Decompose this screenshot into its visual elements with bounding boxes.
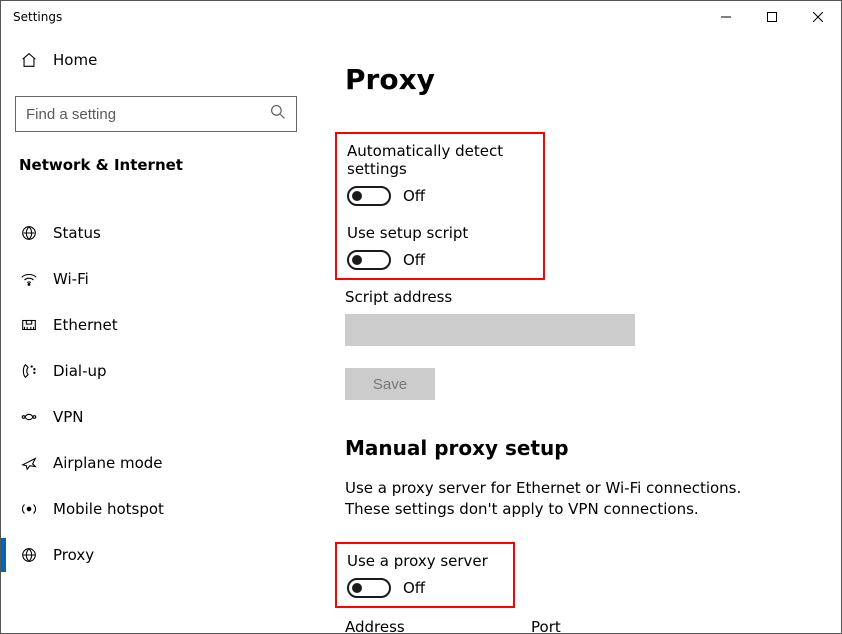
sidebar-item-vpn[interactable]: VPN <box>15 394 297 440</box>
dialup-icon <box>19 362 39 380</box>
titlebar: Settings <box>1 1 841 33</box>
search-input-container[interactable] <box>15 96 297 132</box>
highlight-proxy-section: Use a proxy server Off <box>335 542 515 608</box>
use-proxy-label: Use a proxy server <box>347 552 503 570</box>
use-proxy-state: Off <box>403 579 425 597</box>
wifi-icon <box>19 270 39 288</box>
sidebar-item-wifi[interactable]: Wi-Fi <box>15 256 297 302</box>
close-button[interactable] <box>795 1 841 33</box>
manual-help-text: Use a proxy server for Ethernet or Wi-Fi… <box>345 478 785 520</box>
manual-heading: Manual proxy setup <box>345 436 815 460</box>
use-proxy-toggle[interactable] <box>347 578 391 598</box>
script-address-label: Script address <box>345 288 815 306</box>
page-title: Proxy <box>345 63 815 96</box>
proxy-icon <box>19 546 39 564</box>
home-icon <box>19 51 39 69</box>
status-icon <box>19 224 39 242</box>
search-icon <box>270 104 286 124</box>
maximize-button[interactable] <box>749 1 795 33</box>
save-button[interactable]: Save <box>345 368 435 400</box>
category-header: Network & Internet <box>15 156 297 174</box>
vpn-icon <box>19 408 39 426</box>
sidebar-item-ethernet[interactable]: Ethernet <box>15 302 297 348</box>
script-address-input[interactable] <box>345 314 635 346</box>
auto-detect-state: Off <box>403 187 425 205</box>
search-input[interactable] <box>26 106 270 123</box>
setup-script-label: Use setup script <box>347 224 533 242</box>
ethernet-icon <box>19 316 39 334</box>
content-pane: Proxy Automatically detect settings Off … <box>311 33 841 633</box>
home-label: Home <box>53 51 97 69</box>
sidebar-item-proxy[interactable]: Proxy <box>15 532 297 578</box>
auto-detect-label: Automatically detect settings <box>347 142 533 178</box>
sidebar-item-airplane[interactable]: Airplane mode <box>15 440 297 486</box>
setup-script-state: Off <box>403 251 425 269</box>
sidebar: Home Network & Internet Status Wi-Fi <box>1 33 311 633</box>
home-nav[interactable]: Home <box>15 40 297 80</box>
address-label: Address <box>345 618 495 633</box>
auto-detect-toggle[interactable] <box>347 186 391 206</box>
airplane-icon <box>19 454 39 472</box>
sidebar-item-dialup[interactable]: Dial-up <box>15 348 297 394</box>
window-title: Settings <box>13 10 62 24</box>
minimize-button[interactable] <box>703 1 749 33</box>
sidebar-item-status[interactable]: Status <box>15 210 297 256</box>
setup-script-toggle[interactable] <box>347 250 391 270</box>
port-label: Port <box>531 618 621 633</box>
highlight-auto-section: Automatically detect settings Off Use se… <box>335 132 545 280</box>
sidebar-item-hotspot[interactable]: Mobile hotspot <box>15 486 297 532</box>
hotspot-icon <box>19 500 39 518</box>
